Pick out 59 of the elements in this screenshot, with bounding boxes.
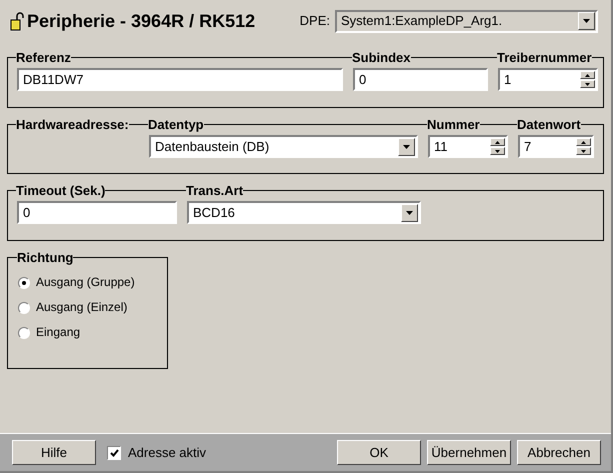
spin-down-button[interactable] [580, 80, 595, 88]
dropdown[interactable]: BCD16 [187, 201, 421, 224]
dropdown[interactable]: Datenbaustein (DB) [149, 135, 418, 158]
field-label: Timeout (Sek.) [16, 183, 106, 198]
checkbox[interactable] [107, 446, 121, 460]
spin-value: 11 [434, 138, 448, 156]
field-label: Trans.Art [186, 183, 244, 198]
field-label: Referenz [16, 50, 71, 65]
radio-label: Eingang [36, 325, 80, 340]
down-arrow-icon [495, 150, 500, 152]
field-label: Subindex [352, 50, 411, 65]
radio-button[interactable] [18, 326, 30, 338]
down-arrow-icon [585, 82, 590, 86]
field-label: Datenwort [517, 117, 581, 132]
spin-value: 7 [524, 138, 532, 156]
dropdown-button[interactable] [398, 138, 415, 156]
spin-field[interactable]: 7 [518, 135, 594, 158]
field-label: Treibernummer [497, 50, 592, 65]
spin-field[interactable]: 11 [428, 135, 508, 158]
up-arrow-icon [581, 140, 586, 144]
window-title: Peripherie - 3964R / RK512 [27, 10, 256, 33]
spin-up-button[interactable] [576, 138, 591, 146]
dpe-label: DPE: [300, 12, 330, 30]
dropdown-button[interactable] [578, 12, 595, 30]
check-icon [110, 448, 118, 456]
up-arrow-icon [495, 140, 500, 144]
dpe-value: System1:ExampleDP_Arg1. [341, 12, 504, 30]
text-field[interactable]: 0 [17, 201, 177, 224]
dropdown-button[interactable] [401, 204, 418, 222]
down-arrow-icon [581, 150, 586, 152]
caret-icon [583, 19, 590, 23]
spin-up-button[interactable] [490, 138, 505, 146]
radio-label: Ausgang (Einzel) [36, 300, 128, 315]
lock-icon [10, 11, 24, 31]
up-arrow-icon [585, 74, 590, 76]
radio-button[interactable] [18, 276, 30, 288]
dropdown-value: BCD16 [193, 204, 236, 222]
dropdown-value: Datenbaustein (DB) [155, 138, 270, 156]
checkbox-label: Adresse aktiv [128, 444, 206, 462]
caret-icon [406, 210, 413, 214]
spin-down-button[interactable] [490, 147, 505, 155]
spin-value: 1 [504, 70, 512, 89]
caret-icon [403, 144, 410, 148]
field-label: Nummer [427, 117, 480, 132]
dialog-button[interactable]: Übernehmen [427, 440, 511, 465]
radio-button[interactable] [18, 302, 30, 314]
spin-down-button[interactable] [576, 147, 591, 155]
group-label: Richtung [17, 250, 74, 265]
spin-up-button[interactable] [580, 71, 595, 79]
help-button[interactable]: Hilfe [12, 440, 96, 465]
field-label: Hardwareadresse: [16, 117, 129, 132]
radio-label: Ausgang (Gruppe) [36, 275, 135, 290]
dialog-button[interactable]: Abbrechen [517, 440, 601, 465]
spin-field[interactable]: 1 [498, 68, 598, 91]
text-field[interactable]: DB11DW7 [17, 68, 343, 91]
text-field[interactable]: 0 [353, 68, 488, 91]
dpe-dropdown[interactable]: System1:ExampleDP_Arg1. [335, 10, 598, 32]
field-label: Datentyp [148, 117, 204, 132]
dialog-button[interactable]: OK [337, 440, 421, 465]
